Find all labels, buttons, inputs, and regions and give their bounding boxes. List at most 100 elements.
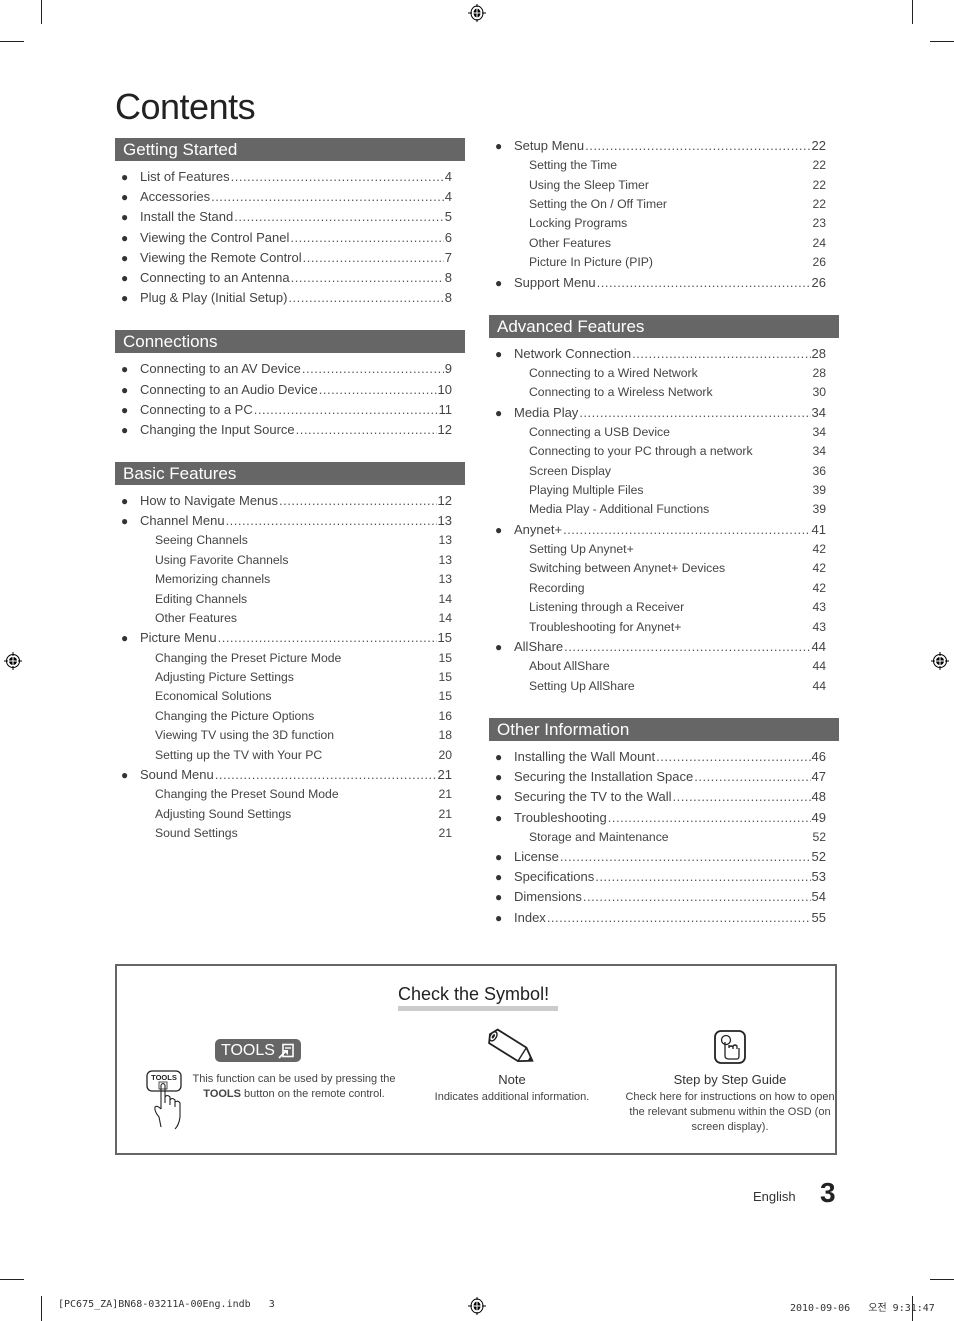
toc-entry[interactable]: ● Connecting to an AV Device 9 [115,359,465,379]
toc-subentry[interactable]: Troubleshooting for Anynet+ 43 [489,618,839,637]
toc-subentry[interactable]: Connecting a USB Device 34 [489,423,839,442]
dot-leader [579,403,810,423]
toc-subentry[interactable]: Sound Settings 21 [115,824,465,843]
toc-subentry[interactable]: Setting the On / Off Timer 22 [489,195,839,214]
toc-entry[interactable]: ● Installing the Wall Mount 46 [489,747,839,767]
toc-page-number: 14 [438,591,452,606]
toc-subentry[interactable]: Using Favorite Channels 13 [115,551,465,570]
toc-entry[interactable]: ● Sound Menu 21 [115,765,465,785]
bullet-icon: ● [121,362,129,377]
toc-subentry[interactable]: Changing the Picture Options 16 [115,707,465,726]
toc-entry[interactable]: ● Network Connection 28 [489,344,839,364]
toc-page-number: 42 [812,542,826,557]
toc-page-number: 28 [811,345,826,361]
toc-subentry[interactable]: Connecting to a Wired Network 28 [489,364,839,383]
toc-subentry[interactable]: Adjusting Picture Settings 15 [115,668,465,687]
bullet-icon: ● [121,402,129,417]
toc-entry-label: Dimensions [514,889,582,905]
toc-subentry[interactable]: Recording 42 [489,579,839,598]
toc-page-number: 20 [438,747,452,762]
toc-subentry[interactable]: Playing Multiple Files 39 [489,481,839,500]
toc-section: ●Setup Menu22Setting the Time22Using the… [489,136,839,293]
toc-subentry[interactable]: Media Play - Additional Functions 39 [489,500,839,519]
toc-entry-label: Connecting to your PC through a network [529,444,753,459]
toc-subentry[interactable]: Changing the Preset Picture Mode 15 [115,649,465,668]
toc-subentry[interactable]: Listening through a Receiver 43 [489,598,839,617]
toc-entry[interactable]: ● License 52 [489,847,839,867]
note-pencil-icon [488,1028,534,1063]
toc-entry[interactable]: ● Connecting to an Antenna 8 [115,268,465,288]
toc-subentry[interactable]: Viewing TV using the 3D function 18 [115,726,465,745]
toc-entry[interactable]: ● Connecting to an Audio Device 10 [115,380,465,400]
toc-entry[interactable]: ● Install the Stand 5 [115,207,465,227]
toc-subentry[interactable]: Other Features 24 [489,234,839,253]
toc-subentry[interactable]: Locking Programs 23 [489,214,839,233]
toc-subentry[interactable]: Seeing Channels 13 [115,531,465,550]
toc-subentry[interactable]: Other Features 14 [115,609,465,628]
registration-mark-icon [931,652,949,670]
toc-entry[interactable]: ● Viewing the Control Panel 6 [115,228,465,248]
toc-entry[interactable]: ● Securing the Installation Space 47 [489,767,839,787]
toc-entry[interactable]: ● Securing the TV to the Wall 48 [489,787,839,807]
toc-page-number: 12 [437,493,452,509]
toc-subentry[interactable]: Using the Sleep Timer 22 [489,176,839,195]
toc-entry[interactable]: ● Anynet+ 41 [489,520,839,540]
toc-subentry[interactable]: About AllShare 44 [489,657,839,676]
toc-entry-label: Setting up the TV with Your PC [155,747,323,762]
toc-page-number: 8 [444,269,452,285]
footer-page-number: 3 [820,1177,836,1208]
toc-entry[interactable]: ● Connecting to a PC 11 [115,400,465,420]
toc-entry[interactable]: ● Dimensions 54 [489,887,839,907]
dot-leader [215,765,437,785]
crop-mark [41,0,42,24]
toc-page-number: 16 [438,708,452,723]
toc-entry[interactable]: ● Specifications 53 [489,867,839,887]
toc-page-number: 11 [438,401,453,417]
toc-subentry[interactable]: Changing the Preset Sound Mode 21 [115,785,465,804]
toc-subentry[interactable]: Editing Channels 14 [115,590,465,609]
toc-entry[interactable]: ● Picture Menu 15 [115,628,465,648]
toc-entry[interactable]: ● How to Navigate Menus 12 [115,491,465,511]
toc-subentry[interactable]: Setting up the TV with Your PC 20 [115,746,465,765]
toc-entry-label: Economical Solutions [155,689,272,704]
toc-subentry[interactable]: Connecting to your PC through a network 3… [489,442,839,461]
toc-entry-label: Connecting to a Wireless Network [529,385,713,400]
toc-section: Basic Features ● How to Navigate Menus 12 ● C… [115,462,465,843]
toc-subentry[interactable]: Setting Up AllShare 44 [489,677,839,696]
toc-entry[interactable]: ● Support Menu 26 [489,273,839,293]
toc-entry[interactable]: ● List of Features 4 [115,167,465,187]
toc-subentry[interactable]: Connecting to a Wireless Network 30 [489,383,839,402]
toc-entry[interactable]: ● Changing the Input Source 12 [115,420,465,440]
dot-leader [563,520,810,540]
toc-subentry[interactable]: Picture In Picture (PIP) 26 [489,253,839,272]
toc-entry[interactable]: ● Setup Menu 22 [489,136,839,156]
bullet-icon: ● [495,405,503,420]
toc-entry[interactable]: ● Plug & Play (Initial Setup) 8 [115,288,465,308]
toc-subentry[interactable]: Setting the Time 22 [489,156,839,175]
toc-page-number: 41 [811,521,826,537]
toc-page-number: 22 [812,177,826,192]
registration-mark-icon [468,1297,486,1315]
toc-page-number: 44 [812,678,826,693]
toc-entry[interactable]: ● Troubleshooting 49 [489,808,839,828]
toc-entry[interactable]: ● Media Play 34 [489,403,839,423]
toc-subentry[interactable]: Memorizing channels 13 [115,570,465,589]
toc-subentry[interactable]: Setting Up Anynet+ 42 [489,540,839,559]
toc-subentry[interactable]: Economical Solutions 15 [115,687,465,706]
toc-entry[interactable]: ● AllShare 44 [489,637,839,657]
dot-leader [564,637,810,657]
toc-entry-label: Viewing the Control Panel [140,229,290,245]
toc-subentry[interactable]: Switching between Anynet+ Devices 42 [489,559,839,578]
toc-subentry[interactable]: Storage and Maintenance 52 [489,828,839,847]
toc-entry-label: Sound Settings [155,825,238,840]
toc-subentry[interactable]: Screen Display 36 [489,462,839,481]
toc-right-column: ●Setup Menu22Setting the Time22Using the… [489,136,839,950]
toc-entry[interactable]: ● Accessories 4 [115,187,465,207]
toc-page-number: 54 [811,889,826,905]
toc-entry[interactable]: ● Index 55 [489,908,839,928]
bullet-icon: ● [121,514,129,529]
toc-subentry[interactable]: Adjusting Sound Settings 21 [115,805,465,824]
toc-entry[interactable]: ● Channel Menu 13 [115,511,465,531]
toc-entry-label: Listening through a Receiver [529,600,685,615]
toc-entry[interactable]: ● Viewing the Remote Control 7 [115,248,465,268]
